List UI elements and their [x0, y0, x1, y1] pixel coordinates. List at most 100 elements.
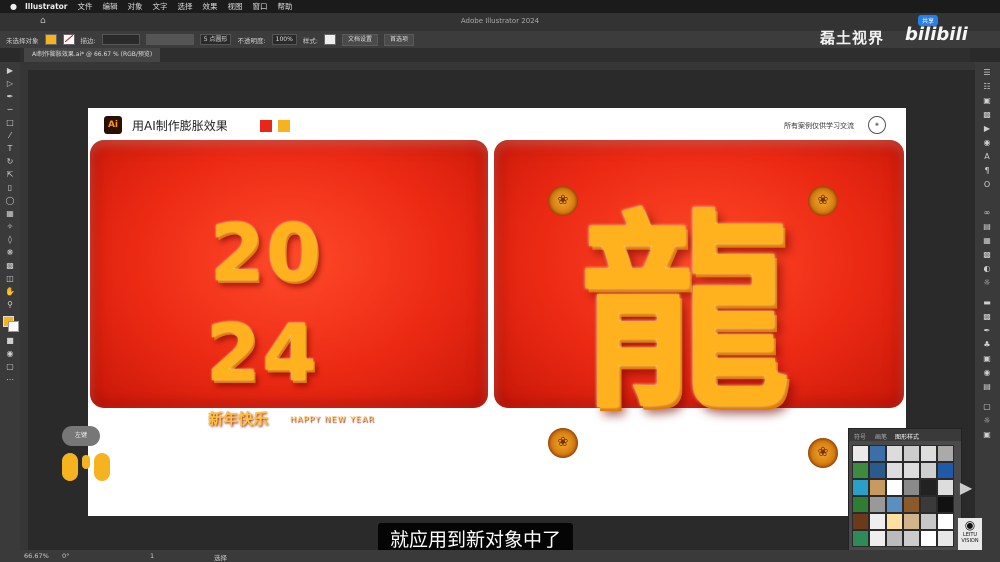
- curvature-tool-icon[interactable]: ∽: [4, 105, 16, 115]
- shape-builder-tool-icon[interactable]: ◯: [4, 196, 16, 206]
- menu-help[interactable]: 帮助: [278, 1, 293, 12]
- graphic-style-swatch[interactable]: [937, 513, 954, 530]
- graphic-style-swatch[interactable]: [920, 479, 937, 496]
- pen-tool-icon[interactable]: ✒: [4, 92, 16, 102]
- document-setup-button[interactable]: 文档设置: [342, 33, 379, 46]
- rotation-field[interactable]: 0°: [62, 552, 69, 560]
- graphic-style-swatch[interactable]: [937, 462, 954, 479]
- artboards-icon[interactable]: ▢: [980, 402, 994, 412]
- libraries-icon[interactable]: ▣: [980, 96, 994, 106]
- swatches-icon[interactable]: ▩: [980, 312, 994, 322]
- graphic-style-swatch[interactable]: [920, 445, 937, 462]
- graphic-style-swatch[interactable]: [903, 496, 920, 513]
- fill-swatch[interactable]: [44, 34, 57, 45]
- transform-icon[interactable]: ▩: [980, 250, 994, 260]
- brushes-icon[interactable]: ✒: [980, 326, 994, 336]
- graphic-style-swatch[interactable]: [920, 496, 937, 513]
- image-trace-icon[interactable]: ☼: [980, 416, 994, 426]
- graphic-style-swatch[interactable]: [869, 445, 886, 462]
- preferences-button[interactable]: 首选项: [384, 33, 415, 46]
- screen-mode-icon[interactable]: ▢: [4, 362, 16, 372]
- zoom-tool-icon[interactable]: ⚲: [4, 300, 16, 310]
- rotate-tool-icon[interactable]: ↻: [4, 157, 16, 167]
- transparency-icon[interactable]: ◐: [980, 264, 994, 274]
- graphic-style-swatch[interactable]: [920, 530, 937, 547]
- paragraph-icon[interactable]: ¶: [980, 166, 994, 176]
- eyedropper-tool-icon[interactable]: ✧: [4, 222, 16, 232]
- stroke-swatch[interactable]: [62, 34, 75, 45]
- style-swatch[interactable]: [324, 34, 336, 45]
- more-tools-icon[interactable]: ⋯: [4, 375, 16, 385]
- graphic-style-swatch[interactable]: [852, 445, 869, 462]
- opacity-field[interactable]: 100%: [271, 34, 297, 45]
- graphic-style-swatch[interactable]: [937, 530, 954, 547]
- graphic-style-swatch[interactable]: [869, 462, 886, 479]
- line-tool-icon[interactable]: ⁄: [4, 131, 16, 141]
- direct-selection-tool-icon[interactable]: ▷: [4, 79, 16, 89]
- zoom-field[interactable]: 66.67%: [24, 552, 49, 560]
- graphic-style-swatch[interactable]: [869, 479, 886, 496]
- menu-window[interactable]: 窗口: [253, 1, 268, 12]
- document-tab[interactable]: AI制作膨胀效果.ai* @ 66.67 % (RGB/预览): [24, 48, 161, 62]
- menu-app-name[interactable]: Illustrator: [25, 2, 68, 11]
- links-icon[interactable]: ∞: [980, 208, 994, 218]
- apple-icon[interactable]: ●: [10, 2, 17, 11]
- menu-effect[interactable]: 效果: [203, 1, 218, 12]
- tab-brushes[interactable]: 画笔: [875, 432, 887, 441]
- graphic-style-swatch[interactable]: [886, 513, 903, 530]
- eraser-tool-icon[interactable]: ▯: [4, 183, 16, 193]
- graph-tool-icon[interactable]: ▩: [4, 261, 16, 271]
- graphic-styles-icon[interactable]: ▣: [980, 354, 994, 364]
- stroke-color-icon[interactable]: [8, 321, 19, 332]
- menu-type[interactable]: 文字: [153, 1, 168, 12]
- blend-tool-icon[interactable]: ◊: [4, 235, 16, 245]
- graphic-style-swatch[interactable]: [903, 445, 920, 462]
- variable-width-field[interactable]: [145, 34, 194, 45]
- selection-tool-icon[interactable]: ▶: [4, 66, 16, 76]
- graphic-style-swatch[interactable]: [937, 445, 954, 462]
- graphic-style-swatch[interactable]: [920, 513, 937, 530]
- type-tool-icon[interactable]: T: [4, 144, 16, 154]
- opentype-icon[interactable]: O: [980, 180, 994, 190]
- graphic-style-swatch[interactable]: [852, 496, 869, 513]
- graphic-style-swatch[interactable]: [903, 530, 920, 547]
- graphic-style-swatch[interactable]: [903, 462, 920, 479]
- graphic-style-swatch[interactable]: [869, 513, 886, 530]
- graphic-style-swatch[interactable]: [852, 462, 869, 479]
- graphic-style-swatch[interactable]: [903, 513, 920, 530]
- graphic-style-swatch[interactable]: [852, 513, 869, 530]
- menu-view[interactable]: 视图: [228, 1, 243, 12]
- graphic-style-swatch[interactable]: [852, 479, 869, 496]
- align-icon[interactable]: ▤: [980, 222, 994, 232]
- graphic-style-swatch[interactable]: [869, 530, 886, 547]
- symbol-sprayer-tool-icon[interactable]: ❋: [4, 248, 16, 258]
- graphic-style-swatch[interactable]: [920, 462, 937, 479]
- graphic-style-swatch[interactable]: [852, 530, 869, 547]
- graphic-style-swatch[interactable]: [886, 462, 903, 479]
- graphic-style-swatch[interactable]: [886, 445, 903, 462]
- artboard-tool-icon[interactable]: ◫: [4, 274, 16, 284]
- graphic-style-swatch[interactable]: [886, 530, 903, 547]
- scale-tool-icon[interactable]: ⇱: [4, 170, 16, 180]
- color-guide-icon[interactable]: ◉: [980, 368, 994, 378]
- graphic-style-swatch[interactable]: [886, 479, 903, 496]
- color-mode-icon[interactable]: ■: [4, 336, 16, 346]
- tab-graphic-styles[interactable]: 图形样式: [895, 432, 919, 441]
- menu-object[interactable]: 对象: [128, 1, 143, 12]
- graphic-style-swatch[interactable]: [869, 496, 886, 513]
- asset-export-icon[interactable]: ▤: [980, 382, 994, 392]
- graphic-style-swatch[interactable]: [903, 479, 920, 496]
- hand-tool-icon[interactable]: ✋: [4, 287, 16, 297]
- menu-select[interactable]: 选择: [178, 1, 193, 12]
- appearance-icon[interactable]: ☼: [980, 278, 994, 288]
- brush-definition-field[interactable]: 5 点圆形: [199, 34, 232, 45]
- menu-edit[interactable]: 编辑: [103, 1, 118, 12]
- layers-icon[interactable]: ☷: [980, 82, 994, 92]
- menu-file[interactable]: 文件: [78, 1, 93, 12]
- artboard-number-field[interactable]: 1: [150, 552, 154, 560]
- stroke-icon[interactable]: ▬: [980, 298, 994, 308]
- rectangle-tool-icon[interactable]: □: [4, 118, 16, 128]
- play-icon[interactable]: ▶: [980, 124, 994, 134]
- properties-icon[interactable]: ☰: [980, 68, 994, 78]
- tab-symbols[interactable]: 符号: [854, 432, 866, 441]
